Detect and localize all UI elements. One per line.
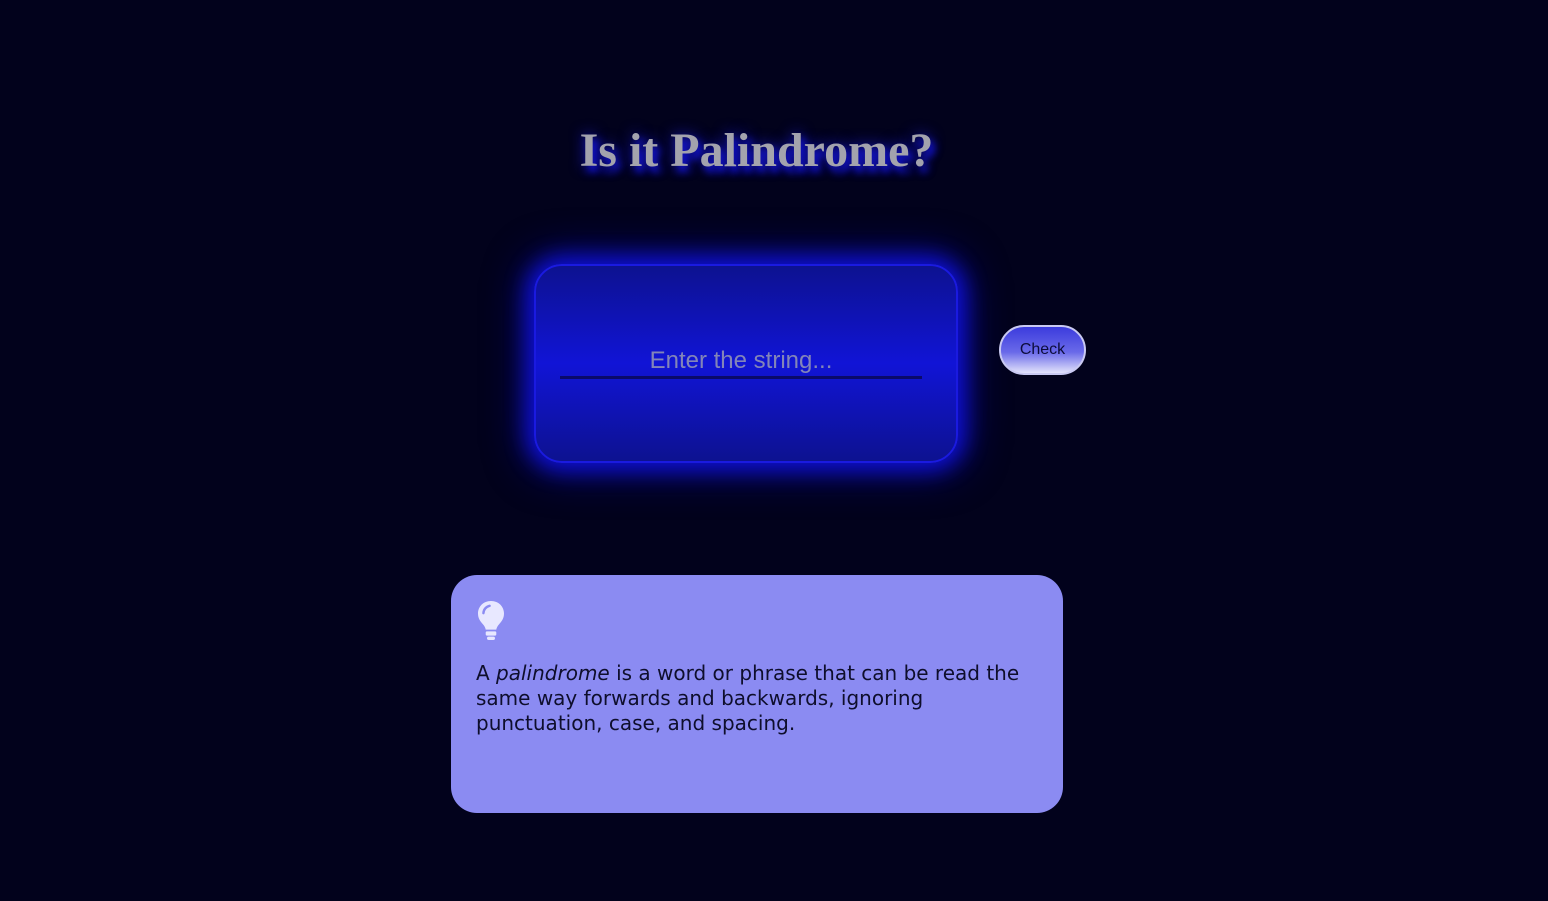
lightbulb-icon: [476, 599, 506, 641]
info-text-emphasis: palindrome: [496, 661, 610, 685]
info-text: A palindrome is a word or phrase that ca…: [476, 661, 1036, 736]
page-title: Is it Palindrome?: [579, 124, 934, 177]
check-button[interactable]: Check: [999, 325, 1086, 375]
string-input[interactable]: [560, 345, 922, 379]
info-card: A palindrome is a word or phrase that ca…: [451, 575, 1063, 813]
input-card: [534, 264, 958, 463]
info-text-before: A: [476, 661, 497, 685]
